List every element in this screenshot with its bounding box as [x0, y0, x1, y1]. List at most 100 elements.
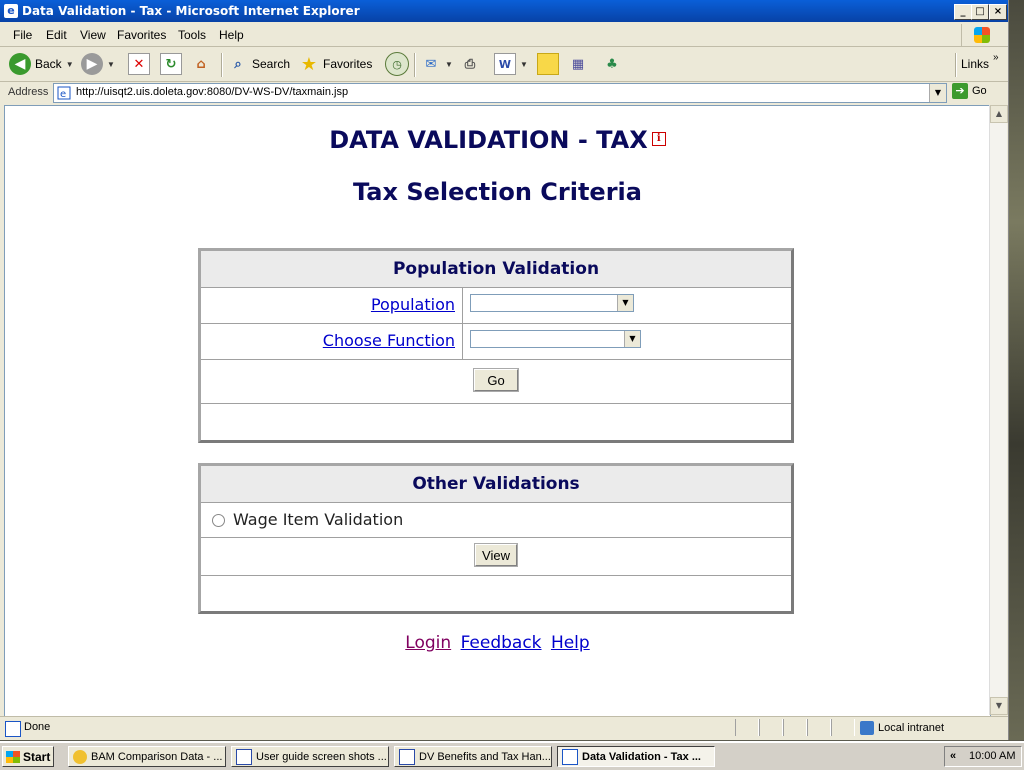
wage-item-row: Wage Item Validation	[201, 503, 791, 538]
svg-text:e: e	[60, 89, 66, 100]
windows-flag-icon	[6, 750, 20, 763]
windows-flag-icon	[974, 27, 990, 43]
status-cell	[759, 719, 783, 736]
favorites-star-icon: ★	[300, 53, 318, 75]
status-cell	[807, 719, 831, 736]
links-button[interactable]: Links »	[961, 52, 999, 75]
address-input[interactable]: e http://uisqt2.uis.doleta.gov:8080/DV-W…	[53, 83, 947, 103]
address-go-button[interactable]: ➔ Go	[952, 83, 987, 99]
page-subtitle: Tax Selection Criteria	[353, 178, 642, 206]
system-tray: « 10:00 AM	[944, 746, 1022, 767]
search-button[interactable]: ⌕ Search	[228, 53, 290, 75]
vertical-scrollbar[interactable]: ▲ ▼	[989, 105, 1008, 715]
word-doc-icon	[236, 748, 252, 765]
menu-tools[interactable]: Tools	[178, 28, 206, 42]
choose-function-link[interactable]: Choose Function	[323, 331, 455, 350]
ie-icon: e	[4, 4, 18, 18]
clock[interactable]: 10:00 AM	[969, 750, 1015, 762]
task-label: User guide screen shots ...	[256, 750, 387, 763]
menu-favorites[interactable]: Favorites	[117, 28, 166, 42]
task-label: BAM Comparison Data - ...	[91, 750, 223, 763]
discuss-button[interactable]	[537, 53, 559, 75]
home-icon: ⌂	[196, 56, 206, 72]
toolbar-separator	[414, 53, 416, 77]
maximize-button[interactable]: □	[971, 4, 989, 20]
login-link[interactable]: Login	[405, 633, 451, 653]
go-row: Go	[201, 360, 791, 404]
population-select[interactable]: ▼	[470, 294, 634, 312]
page-status-icon	[5, 721, 21, 737]
minimize-button[interactable]: _	[954, 4, 972, 20]
wage-item-label: Wage Item Validation	[233, 510, 404, 529]
word-edit-icon: W	[494, 53, 516, 75]
desktop-background-strip	[1009, 0, 1024, 740]
start-button[interactable]: Start	[2, 746, 54, 767]
task-user-guide[interactable]: User guide screen shots ...	[231, 746, 389, 767]
windows-logo	[961, 24, 1002, 46]
function-select[interactable]: ▼	[470, 330, 641, 348]
address-label: Address	[8, 86, 49, 98]
feedback-link[interactable]: Feedback	[461, 633, 542, 653]
task-data-validation-tax[interactable]: Data Validation - Tax ...	[557, 746, 715, 767]
forward-dropdown-icon[interactable]: ▼	[107, 60, 115, 69]
menu-view[interactable]: View	[80, 28, 106, 42]
back-button[interactable]: ◀ Back ▼	[9, 53, 74, 75]
scroll-up-icon[interactable]: ▲	[990, 105, 1008, 123]
task-dv-benefits[interactable]: DV Benefits and Tax Han...	[394, 746, 552, 767]
tray-expand-icon[interactable]: «	[950, 750, 956, 762]
other-validations-panel: Other Validations Wage Item Validation V…	[198, 463, 794, 614]
close-button[interactable]: ×	[989, 4, 1007, 20]
title-bar[interactable]: e Data Validation - Tax - Microsoft Inte…	[0, 0, 1008, 22]
history-icon: ◷	[385, 52, 409, 76]
page-content: DATA VALIDATION - TAX i Tax Selection Cri…	[4, 105, 991, 717]
favorites-button[interactable]: ★ Favorites	[299, 53, 372, 75]
ie-icon	[562, 748, 578, 765]
stop-button[interactable]: ✕	[128, 53, 150, 75]
menu-file[interactable]: File	[13, 28, 32, 42]
taskbar: Start BAM Comparison Data - ... User gui…	[0, 741, 1024, 770]
status-cell	[735, 719, 759, 736]
status-cell	[783, 719, 807, 736]
page-title-row: DATA VALIDATION - TAX i	[5, 126, 990, 154]
go-button[interactable]: Go	[473, 368, 519, 392]
mail-dropdown-icon[interactable]: ▼	[445, 60, 453, 69]
page-icon: e	[57, 86, 71, 100]
links-label: Links	[961, 57, 990, 71]
address-url: http://uisqt2.uis.doleta.gov:8080/DV-WS-…	[76, 86, 349, 98]
menu-edit[interactable]: Edit	[46, 28, 67, 42]
messenger-icon: ♣	[606, 56, 618, 72]
population-validation-panel: Population Validation Population ▼ Choos…	[198, 248, 794, 443]
toolbar: ◀ Back ▼ ▶ ▼ ✕ ↻ ⌂ ⌕ Search ★ Favorites …	[0, 47, 1008, 82]
refresh-button[interactable]: ↻	[160, 53, 182, 75]
chevron-down-icon: ▼	[624, 331, 640, 347]
forward-button[interactable]: ▶ ▼	[81, 53, 115, 75]
task-label: DV Benefits and Tax Han...	[419, 750, 551, 763]
print-button[interactable]: ⎙	[460, 53, 480, 75]
task-bam-comparison[interactable]: BAM Comparison Data - ...	[68, 746, 226, 767]
wage-item-radio[interactable]	[212, 514, 225, 527]
edit-button[interactable]: W ▼	[494, 53, 528, 75]
forward-arrow-icon: ▶	[81, 53, 103, 75]
word-doc-icon	[399, 748, 415, 765]
function-row: Choose Function ▼	[201, 324, 791, 360]
messenger-button[interactable]: ♣	[602, 53, 622, 75]
go-arrow-icon: ➔	[952, 83, 968, 99]
research-button[interactable]: ▦	[568, 53, 588, 75]
home-button[interactable]: ⌂	[191, 53, 211, 75]
edit-dropdown-icon[interactable]: ▼	[520, 60, 528, 69]
history-button[interactable]: ◷	[385, 52, 409, 76]
help-link[interactable]: Help	[551, 633, 590, 653]
task-label: Data Validation - Tax ...	[582, 750, 701, 763]
address-dropdown-icon[interactable]: ▼	[929, 84, 946, 102]
menu-help[interactable]: Help	[219, 28, 244, 42]
back-dropdown-icon[interactable]: ▼	[66, 60, 74, 69]
status-cell	[831, 719, 855, 736]
population-panel-header: Population Validation	[201, 251, 791, 288]
population-link[interactable]: Population	[371, 295, 455, 314]
print-icon: ⎙	[464, 56, 476, 72]
mail-button[interactable]: ✉ ▼	[421, 53, 453, 75]
status-bar: Done Local intranet	[0, 716, 1008, 739]
scroll-down-icon[interactable]: ▼	[990, 697, 1008, 715]
view-button[interactable]: View	[474, 543, 518, 567]
info-icon[interactable]: i	[651, 132, 666, 146]
